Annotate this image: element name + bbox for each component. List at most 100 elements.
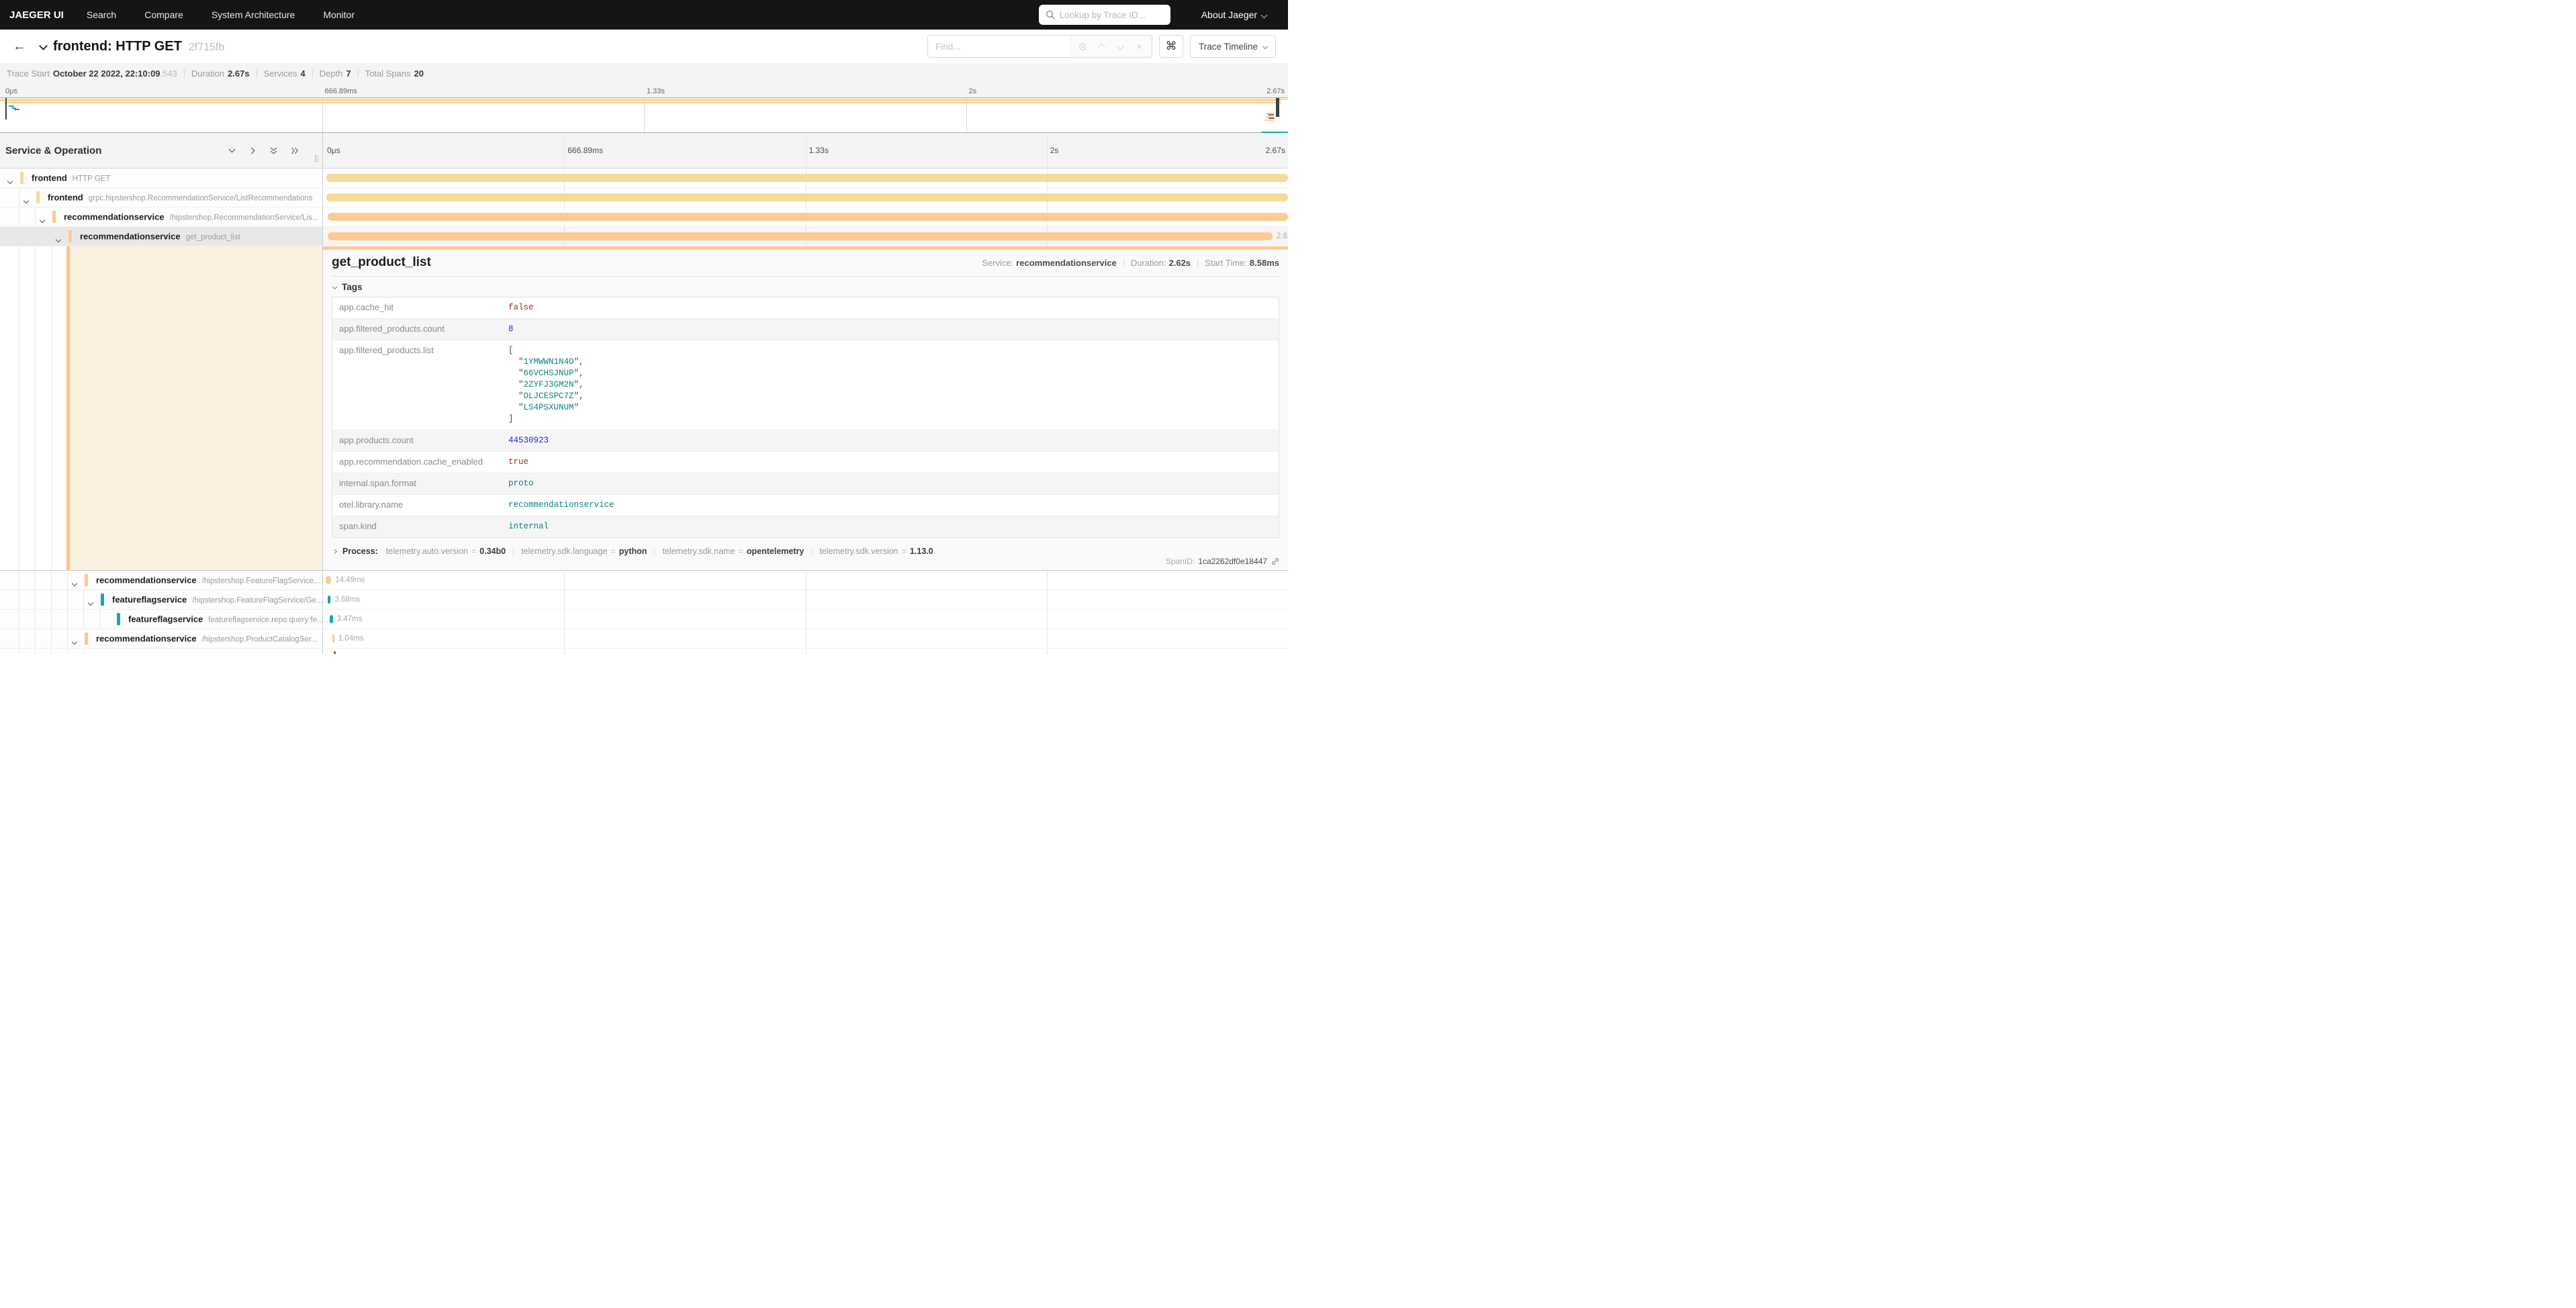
tag-value: [ "1YMWWN1N4O", "66VCHSJNUP", "2ZYFJ3GM2…: [502, 340, 1279, 430]
locate-icon[interactable]: [1074, 37, 1093, 56]
span-timeline-cell[interactable]: 3.47ms: [323, 610, 1288, 629]
minimap-span: [9, 105, 14, 107]
timeline-gridline: [806, 629, 807, 648]
span-row[interactable]: frontendHTTP GET: [0, 169, 1288, 188]
span-expand-chevron[interactable]: [73, 635, 77, 647]
back-button[interactable]: ←: [8, 35, 31, 58]
span-row[interactable]: recommendationservice/hipstershop.Featur…: [0, 571, 1288, 590]
span-expand-chevron[interactable]: [89, 596, 93, 608]
operation-name: get_product_list: [186, 234, 240, 242]
find-clear-button[interactable]: ×: [1130, 37, 1149, 56]
keyboard-shortcuts-button[interactable]: ⌘: [1159, 35, 1183, 58]
find-input[interactable]: Find...: [928, 36, 1070, 57]
minimap-span: [1268, 114, 1274, 115]
minimap-left-scrubber[interactable]: [5, 98, 7, 120]
chevron-right-icon[interactable]: [248, 146, 258, 156]
timeline-gridline: [1047, 649, 1048, 654]
meta-divider: [1197, 259, 1198, 267]
span-row[interactable]: featureflagservice/hipstershop.FeatureFl…: [0, 590, 1288, 610]
tag-key: app.filtered_products.count: [332, 319, 502, 340]
span-duration-bar[interactable]: [334, 651, 336, 654]
span-duration-bar[interactable]: [328, 232, 1273, 240]
column-resizer-grip[interactable]: [315, 155, 318, 162]
span-name-cell[interactable]: frontendgrpc.hipstershop.RecommendationS…: [0, 188, 323, 207]
span-duration-bar[interactable]: [326, 174, 1288, 182]
span-timeline-cell[interactable]: [323, 207, 1288, 227]
timeline-gridline: [564, 571, 565, 590]
trace-id-search[interactable]: Lookup by Trace ID...: [1039, 5, 1170, 25]
tree-guide-line: [51, 246, 52, 570]
span-row[interactable]: recommendationservice/hipstershop.Produc…: [0, 629, 1288, 649]
span-row[interactable]: recommendationservice/hipstershop.Recomm…: [0, 207, 1288, 227]
chevron-down-icon[interactable]: [227, 146, 237, 156]
tag-key: app.filtered_products.list: [332, 340, 502, 430]
find-next-button[interactable]: [1111, 37, 1130, 56]
span-name-cell[interactable]: recommendationservice/hipstershop.Produc…: [0, 629, 323, 649]
span-duration-label: 2.62s: [1277, 232, 1288, 240]
span-name-cell[interactable]: frontendHTTP GET: [0, 169, 323, 188]
tag-key: internal.span.format: [332, 473, 502, 494]
tree-guide-line: [35, 590, 36, 609]
span-name-cell[interactable]: recommendationservice/hipstershop.Featur…: [0, 571, 323, 590]
double-chevron-right-icon[interactable]: [289, 146, 300, 156]
process-item: telemetry.sdk.version=1.13.0: [819, 547, 933, 556]
span-timeline-cell[interactable]: [323, 649, 1288, 654]
summary-item: Services4: [264, 68, 306, 79]
tag-key: span.kind: [332, 516, 502, 537]
span-timeline-cell[interactable]: [323, 169, 1288, 188]
span-duration-bar[interactable]: [330, 615, 332, 623]
trace-view-selector[interactable]: Trace Timeline: [1190, 35, 1276, 58]
json-list-item: "LS4PSXUNUM": [508, 402, 1272, 414]
find-prev-button[interactable]: [1093, 37, 1111, 56]
double-chevron-down-icon[interactable]: [269, 146, 279, 156]
app-logo[interactable]: JAEGER UI: [9, 9, 64, 21]
timeline-gridline: [564, 649, 565, 654]
about-jaeger-menu[interactable]: About Jaeger: [1201, 9, 1267, 20]
process-section-toggle[interactable]: Process: telemetry.auto.version=0.34b0te…: [333, 547, 1279, 556]
span-timeline-cell[interactable]: 2.62s: [323, 227, 1288, 246]
span-row[interactable]: frontendgrpc.hipstershop.RecommendationS…: [0, 188, 1288, 207]
tag-key: app.products.count: [332, 430, 502, 451]
trace-minimap[interactable]: [0, 97, 1288, 133]
span-duration-bar[interactable]: [328, 213, 1288, 221]
tree-guide-line: [83, 649, 84, 654]
tree-guide-line: [83, 610, 84, 628]
nav-item-system-architecture[interactable]: System Architecture: [212, 9, 295, 20]
span-name-cell[interactable]: featureflagservicefeatureflagservice.rep…: [0, 610, 323, 629]
span-expand-chevron[interactable]: [56, 233, 60, 245]
span-duration-bar[interactable]: [326, 576, 331, 584]
nav-item-search[interactable]: Search: [87, 9, 116, 20]
span-timeline-cell[interactable]: 3.68ms: [323, 590, 1288, 610]
span-duration-label: 3.47ms: [337, 615, 363, 623]
span-expand-chevron[interactable]: [8, 175, 12, 187]
collapse-trace-chevron[interactable]: [40, 40, 46, 52]
span-row[interactable]: featureflagservicefeatureflagservice.rep…: [0, 610, 1288, 629]
span-timeline-cell[interactable]: 14.49ms: [323, 571, 1288, 590]
process-value: opentelemetry: [747, 547, 804, 556]
tags-section-toggle[interactable]: Tags: [333, 282, 1279, 292]
timeline-header: Service & Operation 0μs666.89ms1.33s2s2.…: [0, 133, 1288, 169]
nav-item-monitor[interactable]: Monitor: [323, 9, 355, 20]
span-duration-bar[interactable]: [332, 635, 334, 643]
span-duration-bar[interactable]: [326, 193, 1288, 201]
top-nav: JAEGER UI Search Compare System Architectu…: [0, 0, 1288, 30]
span-expand-chevron[interactable]: [24, 194, 28, 206]
tree-guide-line: [67, 649, 68, 654]
trace-title: frontend: HTTP GET2f715fb: [53, 39, 224, 54]
span-timeline-cell[interactable]: 1.04ms: [323, 629, 1288, 649]
span-expand-chevron[interactable]: [40, 214, 44, 226]
nav-item-compare[interactable]: Compare: [144, 9, 183, 20]
span-name-cell[interactable]: featureflagservice/hipstershop.FeatureFl…: [0, 590, 323, 610]
span-name-cell[interactable]: recommendationservice/hipstershop.Recomm…: [0, 207, 323, 227]
span-name-cell[interactable]: recommendationserviceget_product_list: [0, 227, 323, 246]
span-name-cell[interactable]: [0, 649, 323, 654]
span-row-selected[interactable]: recommendationserviceget_product_list 2.6…: [0, 227, 1288, 246]
nav-menu: Search Compare System Architecture Monitor: [87, 9, 383, 20]
span-expand-chevron[interactable]: [73, 577, 77, 589]
link-icon[interactable]: [1271, 557, 1280, 566]
tag-key: otel.library.name: [332, 495, 502, 516]
minimap-right-scrubber[interactable]: [1276, 98, 1279, 117]
span-duration-bar[interactable]: [328, 596, 330, 604]
span-timeline-cell[interactable]: [323, 188, 1288, 207]
span-row[interactable]: [0, 649, 1288, 654]
